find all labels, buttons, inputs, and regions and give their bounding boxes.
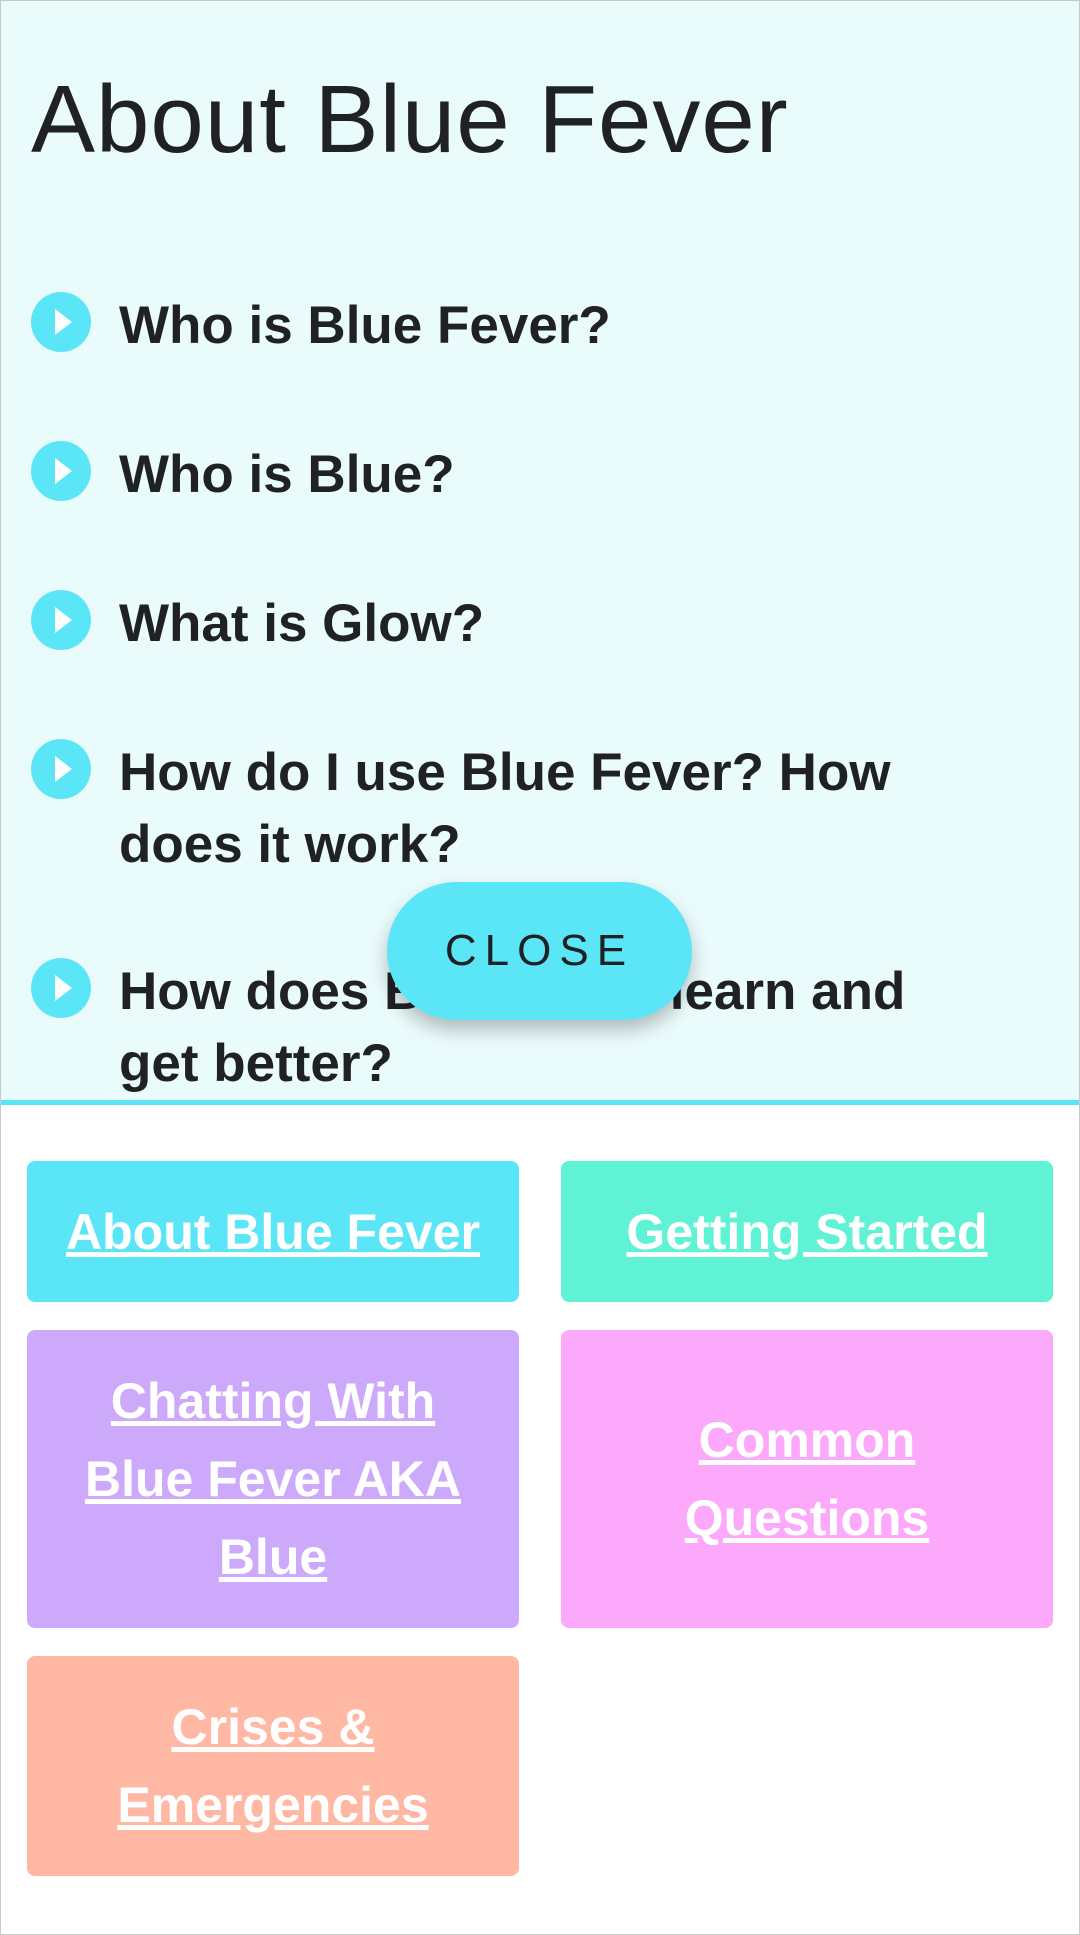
tile-link-chatting-with-blue[interactable]: Chatting With Blue Fever AKA Blue <box>73 1362 473 1596</box>
tile-link-getting-started[interactable]: Getting Started <box>626 1193 987 1271</box>
tile-crises-emergencies[interactable]: Crises & Emergencies <box>27 1656 519 1876</box>
play-circle-icon <box>31 441 91 501</box>
tile-link-about-blue-fever[interactable]: About Blue Fever <box>66 1193 480 1271</box>
faq-question: How do I use Blue Fever? How does it wor… <box>119 743 891 874</box>
faq-question: Who is Blue? <box>119 445 455 504</box>
tile-common-questions[interactable]: Common Questions <box>561 1330 1053 1628</box>
faq-question: Who is Blue Fever? <box>119 296 611 355</box>
play-circle-icon <box>31 292 91 352</box>
tile-about-blue-fever[interactable]: About Blue Fever <box>27 1161 519 1302</box>
panel-divider <box>1 1100 1079 1105</box>
tile-chatting-with-blue[interactable]: Chatting With Blue Fever AKA Blue <box>27 1330 519 1628</box>
faq-question: What is Glow? <box>119 594 485 653</box>
tile-getting-started[interactable]: Getting Started <box>561 1161 1053 1302</box>
play-circle-icon <box>31 590 91 650</box>
play-circle-icon <box>31 958 91 1018</box>
page-title: About Blue Fever <box>31 66 789 173</box>
play-circle-icon <box>31 739 91 799</box>
tile-link-common-questions[interactable]: Common Questions <box>657 1401 957 1557</box>
tile-link-crises-emergencies[interactable]: Crises & Emergencies <box>103 1688 443 1844</box>
close-button[interactable]: CLOSE <box>387 882 692 1020</box>
